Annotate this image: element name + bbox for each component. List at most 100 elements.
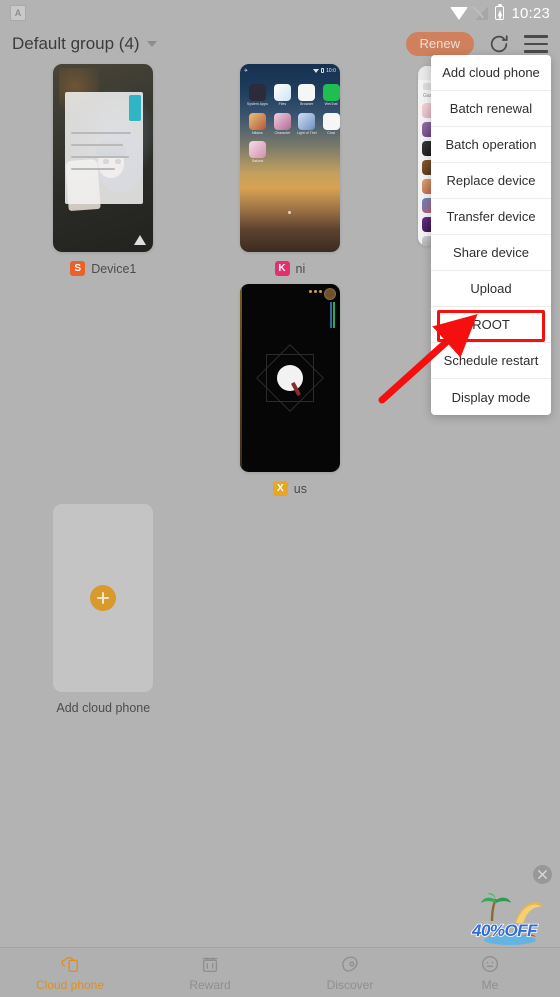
app-icon (322, 84, 340, 101)
app-badge-icon: A (10, 5, 26, 21)
badge-letter: S (74, 263, 82, 274)
device-app-badge: S (70, 261, 86, 276)
decor-overlay-panel (65, 92, 144, 204)
nav-label: Discover (326, 978, 374, 992)
status-bar-right: 10:23 (450, 3, 550, 22)
overflow-menu: Add cloud phone Batch renewal Batch oper… (431, 55, 551, 415)
preview-app: Nikkes (247, 112, 268, 136)
app-icon (248, 84, 266, 101)
preview-status-bar: ✈ 10:0 (240, 66, 340, 75)
menu-item-schedule-restart[interactable]: Schedule restart (431, 343, 551, 379)
add-cloud-phone-label: Add cloud phone (56, 701, 151, 715)
chevron-down-icon (146, 41, 157, 47)
device-app-badge: K (274, 261, 290, 276)
preview-app: Browser (297, 84, 317, 107)
promo-text: 40%OFF (471, 920, 538, 941)
device-screen-preview (53, 64, 154, 252)
renew-button[interactable]: Renew (405, 31, 474, 57)
refresh-icon[interactable] (488, 33, 510, 55)
app-label: Browser (300, 102, 314, 106)
app-badge-glyph: A (14, 8, 22, 18)
wifi-icon (313, 68, 320, 73)
device-name: ni (295, 261, 306, 276)
app-icon (248, 112, 266, 130)
device-name: us (293, 481, 307, 496)
device-cell: ✈ 10:0 System Apps Files Browser WeChat … (197, 64, 384, 276)
device-screen-preview (239, 284, 340, 472)
preview-status-left: ✈ (243, 67, 249, 74)
device-card-us[interactable] (239, 284, 340, 472)
device-card-ni[interactable]: ✈ 10:0 System Apps Files Browser WeChat … (239, 64, 340, 252)
group-selector[interactable]: Default group (4) (12, 34, 157, 54)
app-label: Light of Thel (296, 130, 317, 135)
decor-edge (239, 284, 242, 472)
preview-app: System Apps (247, 84, 268, 107)
menu-item-transfer-device[interactable]: Transfer device (431, 199, 551, 235)
device-screen-preview: ✈ 10:0 System Apps Files Browser WeChat … (239, 64, 340, 252)
wifi-icon (450, 6, 469, 20)
profile-icon (481, 955, 499, 973)
device-label: S Device1 (70, 261, 136, 276)
battery-charging-icon (495, 3, 505, 20)
nav-item-reward[interactable]: Reward (140, 948, 280, 997)
nav-item-discover[interactable]: Discover (280, 948, 420, 997)
compass-icon (342, 956, 358, 972)
nav-item-me[interactable]: Me (420, 948, 560, 997)
nav-label: Cloud phone (35, 978, 105, 992)
menu-item-batch-renewal[interactable]: Batch renewal (431, 91, 551, 127)
device-name: Device1 (91, 261, 137, 276)
menu-item-add-cloud-phone[interactable]: Add cloud phone (431, 55, 551, 91)
app-icon (248, 141, 266, 159)
hamburger-menu-icon[interactable] (524, 34, 548, 53)
group-label: Default group (4) (12, 34, 140, 53)
close-icon[interactable] (533, 865, 552, 884)
promo-banner[interactable]: 40%OFF (470, 863, 554, 949)
preview-clock: 10:0 (326, 67, 336, 74)
menu-item-upload[interactable]: Upload (431, 271, 551, 307)
decor-mp-bar (329, 302, 332, 328)
app-icon (298, 84, 316, 101)
decor-panel-tab (129, 95, 142, 121)
decor-avatar (323, 288, 336, 300)
app-label: Chat (327, 130, 335, 135)
cloud-phone-icon (61, 956, 79, 973)
menu-item-share-device[interactable]: Share device (431, 235, 551, 271)
app-label: Files (278, 102, 287, 106)
nav-label: Me (481, 978, 499, 992)
app-icon (273, 112, 291, 130)
preview-status-right: 10:0 (313, 68, 336, 74)
add-cloud-phone-card[interactable] (53, 504, 154, 692)
app-label: System Apps (246, 102, 268, 106)
add-cloud-phone-cell: Add cloud phone (10, 504, 197, 715)
preview-app: WeChat (322, 84, 340, 107)
device-card-device1[interactable] (53, 64, 154, 252)
app-label: WeChat (324, 102, 338, 106)
preview-app: Character (273, 112, 291, 136)
app-icon (298, 112, 316, 130)
preview-app: Light of Thel (296, 112, 317, 136)
decor-play-triangle (134, 235, 147, 245)
bottom-navigation: Cloud phone Reward Discover Me (0, 947, 560, 997)
menu-item-root[interactable]: ROOT (431, 307, 551, 343)
cloud-phone-app: A 10:23 Default group (4) Renew Game S D… (0, 0, 560, 997)
page-indicator-dot (288, 211, 292, 214)
device-label: X us (272, 481, 307, 496)
decor-hp-bar (332, 302, 335, 328)
preview-app-grid: System Apps Files Browser WeChat Nikkes … (247, 84, 340, 164)
status-bar-clock: 10:23 (511, 4, 550, 22)
menu-item-batch-operation[interactable]: Batch operation (431, 127, 551, 163)
app-label: Nikkes (251, 130, 263, 135)
badge-letter: X (276, 483, 284, 494)
menu-item-replace-device[interactable]: Replace device (431, 163, 551, 199)
badge-letter: K (278, 263, 286, 274)
app-label: Sakura (251, 159, 264, 164)
decor-orb (276, 365, 303, 391)
plus-icon[interactable] (90, 585, 117, 611)
preview-app: Files (273, 84, 291, 107)
nav-item-cloud-phone[interactable]: Cloud phone (0, 948, 140, 997)
menu-item-display-mode[interactable]: Display mode (431, 379, 551, 415)
status-bar: A 10:23 (0, 0, 560, 26)
header-actions: Renew (405, 31, 548, 57)
app-label: Character (274, 130, 291, 135)
device-cell: S Device1 (10, 64, 197, 276)
